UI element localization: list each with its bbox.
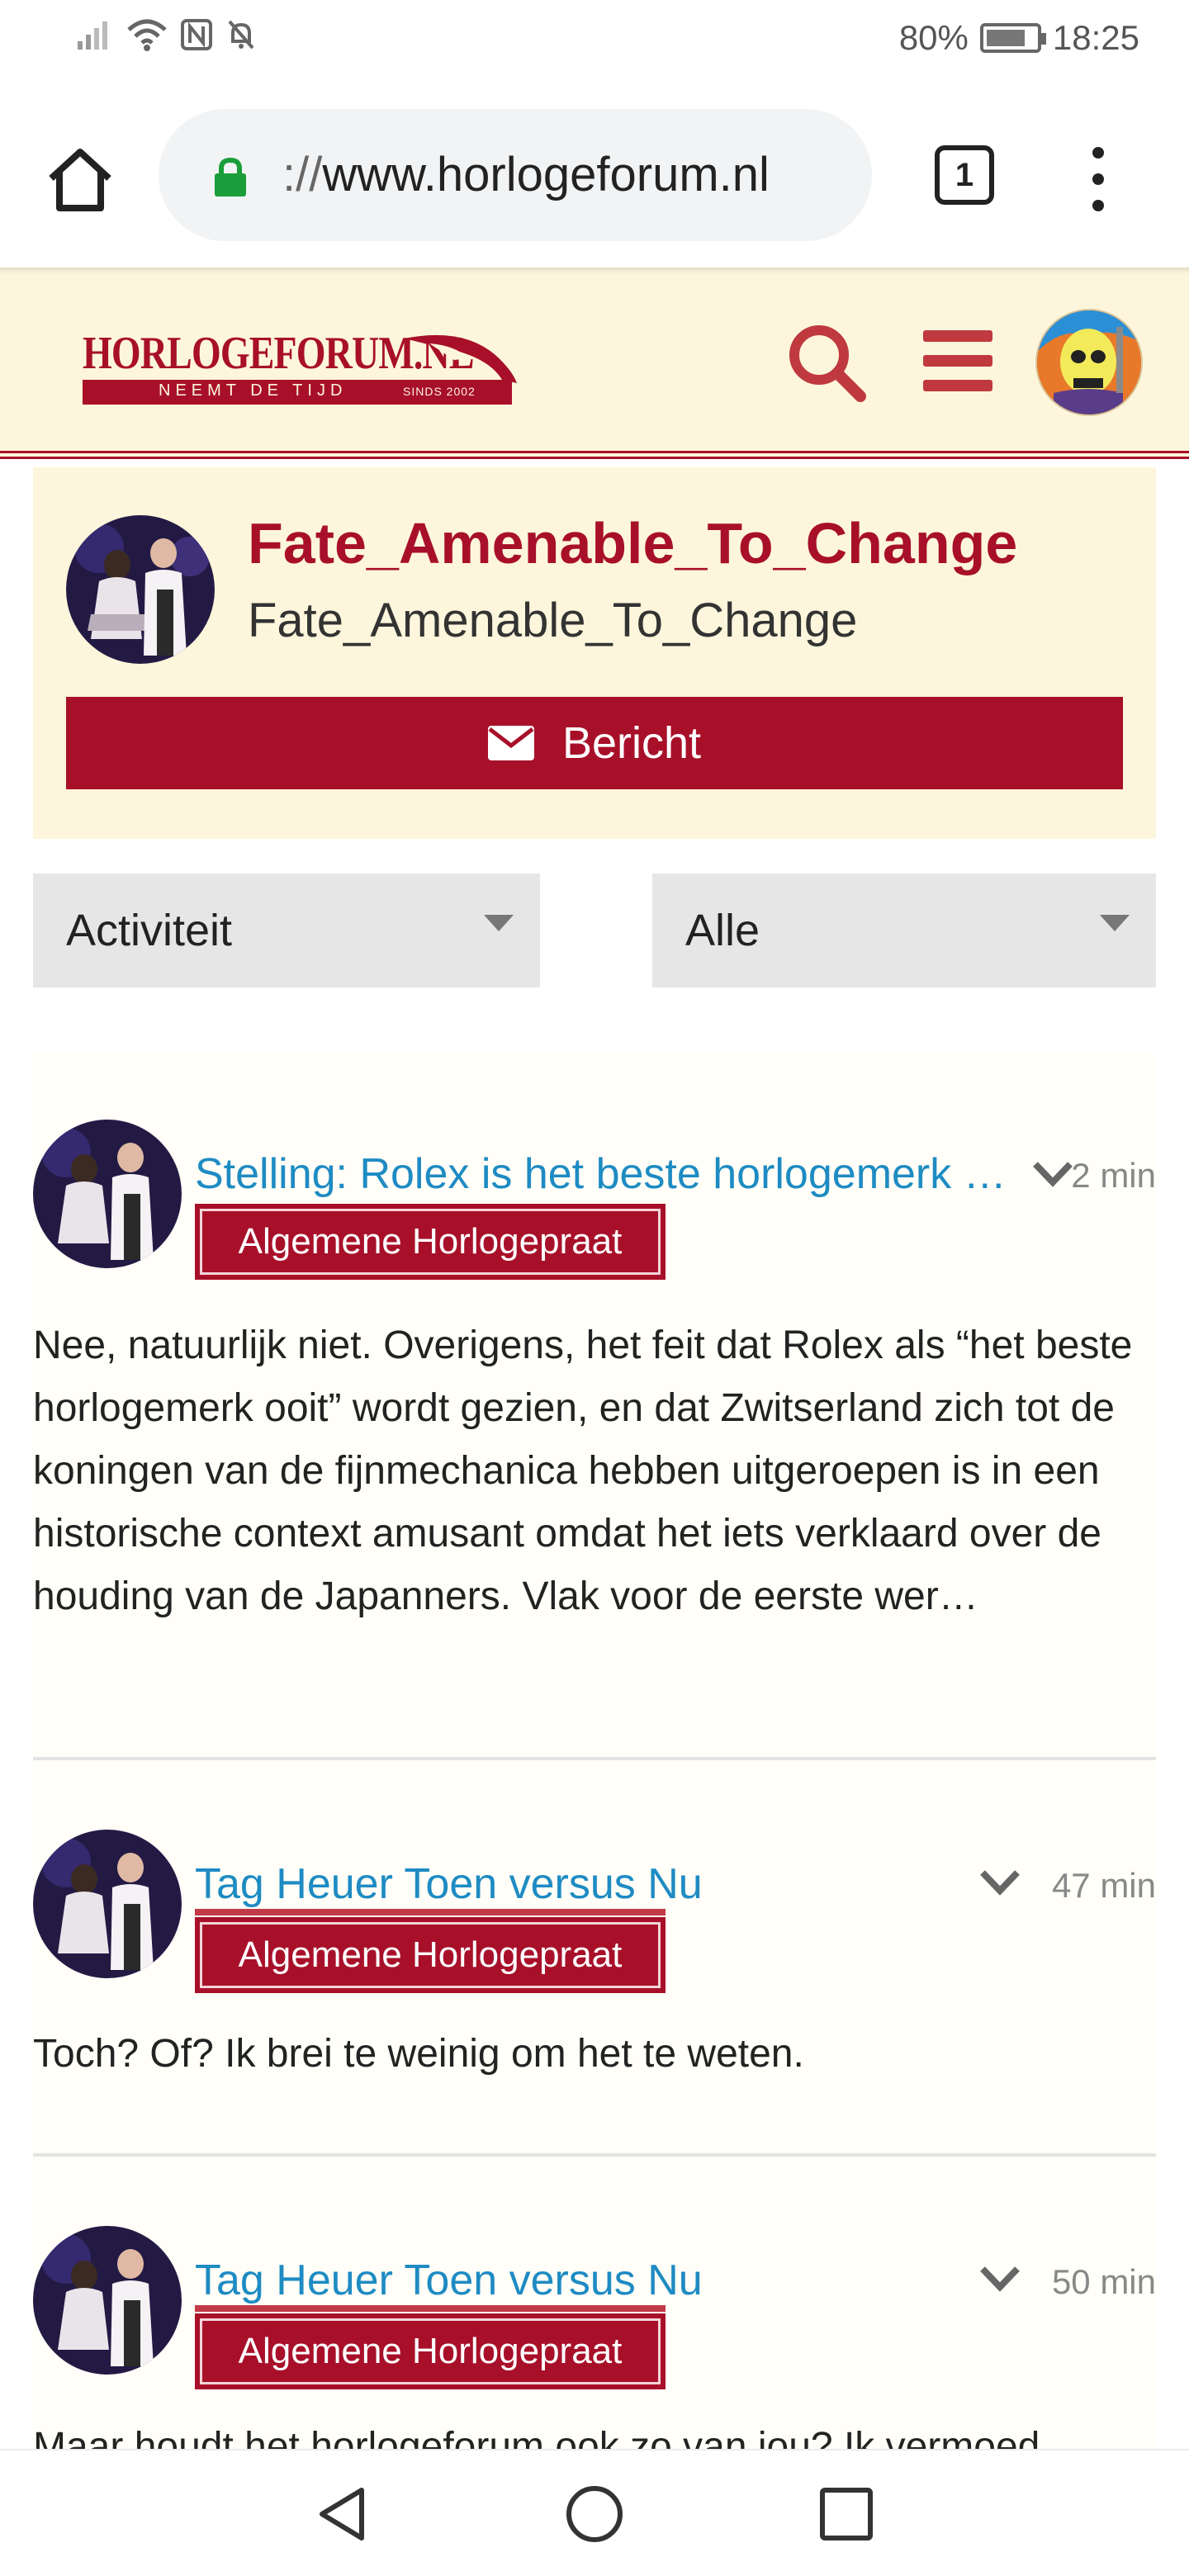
post-author-avatar[interactable] bbox=[33, 1120, 182, 1268]
tab-count: 1 bbox=[955, 156, 974, 193]
home-icon[interactable] bbox=[43, 142, 117, 216]
search-icon[interactable] bbox=[784, 320, 867, 403]
scope-filter-select[interactable]: Alle bbox=[652, 874, 1156, 987]
chevron-down-icon bbox=[1100, 915, 1130, 931]
activity-filter-select[interactable]: Activiteit bbox=[33, 874, 540, 987]
post-author-avatar[interactable] bbox=[33, 1830, 182, 1978]
post-excerpt: Toch? Of? Ik brei te weinig om het te we… bbox=[33, 2032, 804, 2076]
battery-icon bbox=[979, 23, 1046, 53]
logo-title: HORLOGEFORUM.NL bbox=[83, 328, 475, 379]
logo-swoosh-icon bbox=[405, 334, 517, 383]
overflow-menu-icon[interactable] bbox=[1082, 142, 1115, 216]
post-category-badge[interactable]: Algemene Horlogepraat bbox=[195, 2313, 666, 2389]
post-title-link[interactable]: Tag Heuer Toen versus Nu bbox=[195, 2256, 938, 2305]
clock: 18:25 bbox=[1052, 18, 1139, 57]
url-text: ://www.horlogeforum.nl bbox=[282, 147, 770, 202]
envelope-icon bbox=[487, 726, 534, 760]
post-category-label: Algemene Horlogepraat bbox=[200, 1922, 661, 1988]
post-excerpt: Nee, natuurlijk niet. Overigens, het fei… bbox=[33, 1324, 1133, 1618]
post-time: 50 min bbox=[1051, 2262, 1156, 2301]
post-category-underline bbox=[195, 2305, 666, 2312]
address-bar[interactable]: ://www.horlogeforum.nl bbox=[159, 109, 872, 241]
recents-icon[interactable] bbox=[816, 2484, 877, 2545]
browser-toolbar: ://www.horlogeforum.nl 1 bbox=[0, 83, 1189, 268]
status-icons-left bbox=[76, 18, 258, 51]
url-scheme: :// bbox=[282, 148, 323, 201]
activity-filter-value: Activiteit bbox=[66, 906, 233, 955]
hamburger-menu-icon[interactable] bbox=[923, 330, 992, 391]
bell-off-icon bbox=[228, 20, 254, 50]
post-title-link[interactable]: Stelling: Rolex is het beste horlogemerk… bbox=[195, 1149, 1029, 1199]
feed-post: Stelling: Rolex is het beste horlogemerk… bbox=[33, 1054, 1156, 1764]
post-excerpt: Maar houdt het horlogeforum ook zo van j… bbox=[33, 2425, 1040, 2449]
feed-post: Tag Heuer Toen versus Nu 50 min Algemene… bbox=[33, 2160, 1156, 2449]
system-nav-bar bbox=[0, 2449, 1189, 2576]
post-category-label: Algemene Horlogepraat bbox=[200, 1209, 661, 1275]
post-title-link[interactable]: Tag Heuer Toen versus Nu bbox=[195, 1859, 938, 1909]
post-time: 2 min bbox=[1071, 1156, 1156, 1195]
profile-card: Fate_Amenable_To_Change Fate_Amenable_To… bbox=[33, 467, 1156, 839]
post-category-label: Algemene Horlogepraat bbox=[200, 2318, 661, 2384]
back-icon[interactable] bbox=[312, 2484, 373, 2545]
chevron-down-icon[interactable] bbox=[978, 2262, 1022, 2295]
feed-post: Tag Heuer Toen versus Nu 47 min Algemene… bbox=[33, 1764, 1156, 2160]
post-category-badge[interactable]: Algemene Horlogepraat bbox=[195, 1917, 666, 1993]
nfc-icon bbox=[181, 19, 212, 50]
site-logo[interactable]: HORLOGEFORUM.NL NEEMT DE TIJD SINDS 2002 bbox=[83, 330, 520, 421]
url-host: www.horlogeforum.nl bbox=[322, 148, 770, 201]
status-bar: 80% 18:25 bbox=[0, 0, 1189, 83]
signal-icon bbox=[78, 21, 107, 50]
activity-feed: Stelling: Rolex is het beste horlogemerk… bbox=[33, 1054, 1156, 2449]
site-header: HORLOGEFORUM.NL NEEMT DE TIJD SINDS 2002 bbox=[0, 268, 1189, 459]
tabs-button[interactable]: 1 bbox=[935, 145, 994, 205]
chevron-down-icon[interactable] bbox=[1030, 1158, 1075, 1191]
post-divider bbox=[33, 2153, 1156, 2157]
wifi-icon bbox=[127, 19, 167, 51]
profile-avatar[interactable] bbox=[66, 515, 215, 664]
user-avatar-icon[interactable] bbox=[1035, 309, 1143, 416]
battery-percent: 80% bbox=[898, 18, 969, 57]
scope-filter-value: Alle bbox=[685, 906, 760, 955]
status-icons-right: 80% 18:25 bbox=[899, 18, 1139, 58]
post-time: 47 min bbox=[1051, 1866, 1156, 1905]
post-author-avatar[interactable] bbox=[33, 2226, 182, 2375]
logo-tagline: NEEMT DE TIJD bbox=[159, 381, 348, 400]
post-divider bbox=[33, 1757, 1156, 1760]
chevron-down-icon bbox=[484, 915, 514, 931]
message-button-label: Bericht bbox=[561, 718, 702, 768]
post-category-badge[interactable]: Algemene Horlogepraat bbox=[195, 1204, 666, 1280]
home-circle-icon[interactable] bbox=[564, 2484, 625, 2545]
message-button[interactable]: Bericht bbox=[66, 697, 1123, 789]
profile-username: Fate_Amenable_To_Change bbox=[248, 594, 858, 647]
profile-display-name: Fate_Amenable_To_Change bbox=[248, 511, 1018, 575]
post-category-underline bbox=[195, 1909, 666, 1915]
lock-icon bbox=[215, 157, 246, 197]
chevron-down-icon[interactable] bbox=[978, 1866, 1022, 1899]
